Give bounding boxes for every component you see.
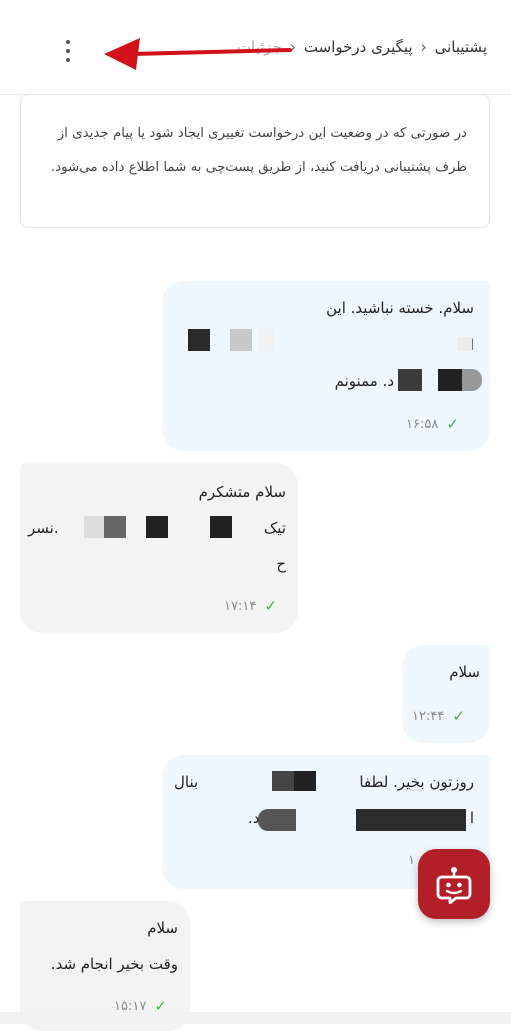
chevron-left-icon: ‹ (420, 38, 427, 56)
message-meta: ۱۷:۱۴ ✓ (224, 597, 277, 615)
message-bubble-user: سلام ۱۲:۴۴ ✓ (402, 645, 490, 743)
redacted-block (294, 771, 316, 791)
app-header: پشتیبانی ‹ پیگیری درخواست ‹ جزئیات (0, 0, 511, 95)
notice-box: در صورتی که در وضعیت این درخواست تغییری … (20, 94, 490, 228)
redacted-block (104, 516, 126, 538)
support-bot-icon (436, 867, 472, 904)
message-meta: ۱۲:۴۴ ✓ (412, 707, 465, 725)
message-text: ا (469, 809, 474, 827)
message-text: وقت بخیر انجام شد. (50, 955, 178, 973)
breadcrumb-support[interactable]: پشتیبانی (435, 38, 487, 56)
redacted-block (230, 329, 252, 351)
redacted-block (84, 516, 104, 538)
redacted-block (438, 369, 462, 391)
check-icon: ✓ (452, 707, 465, 725)
message-text: بنال (174, 773, 199, 791)
check-icon: ✓ (264, 597, 277, 615)
more-vertical-icon[interactable] (60, 40, 76, 62)
message-meta: ۱۶:۵۸ ✓ (406, 415, 459, 433)
message-bubble-user: سلام. خسته نباشید. این ا د. ممنونم ۱۶:۵۸… (162, 281, 490, 451)
message-text: تیک (263, 519, 286, 537)
bottom-bar (0, 1012, 511, 1024)
message-text: سلام (147, 919, 178, 937)
redacted-block (210, 516, 232, 538)
redacted-block (258, 809, 296, 831)
redacted-block (146, 516, 168, 538)
redacted-block (356, 809, 466, 831)
redacted-block (458, 337, 472, 351)
message-text: .نسر (28, 519, 59, 537)
message-bubble-support: سلام متشکرم تیک .نسر ح ۱۷:۱۴ ✓ (20, 463, 298, 633)
message-time: ۱۶:۵۸ (406, 416, 439, 432)
message-time: ۱۷:۱۴ (224, 598, 257, 614)
notice-text: در صورتی که در وضعیت این درخواست تغییری … (50, 126, 467, 175)
message-text: د. ممنونم (334, 372, 394, 390)
check-icon: ✓ (446, 415, 459, 433)
message-text: سلام (449, 663, 480, 681)
redacted-block (188, 329, 210, 351)
annotation-arrow-icon (104, 38, 292, 70)
breadcrumb-tracking[interactable]: پیگیری درخواست (304, 38, 413, 56)
redacted-block (462, 369, 482, 391)
support-bot-button[interactable] (418, 849, 490, 919)
message-time: ۱ (408, 853, 415, 868)
redacted-block (258, 329, 274, 351)
message-text: ح (276, 555, 286, 573)
message-meta: ۱ (408, 853, 415, 868)
message-text: سلام. خسته نباشید. این (326, 299, 474, 317)
redacted-block (398, 369, 422, 391)
message-time: ۱۲:۴۴ (412, 708, 445, 724)
redacted-block (272, 771, 294, 791)
message-text: روزتون بخیر. لطفا (359, 773, 474, 791)
message-text: سلام متشکرم (198, 483, 286, 501)
